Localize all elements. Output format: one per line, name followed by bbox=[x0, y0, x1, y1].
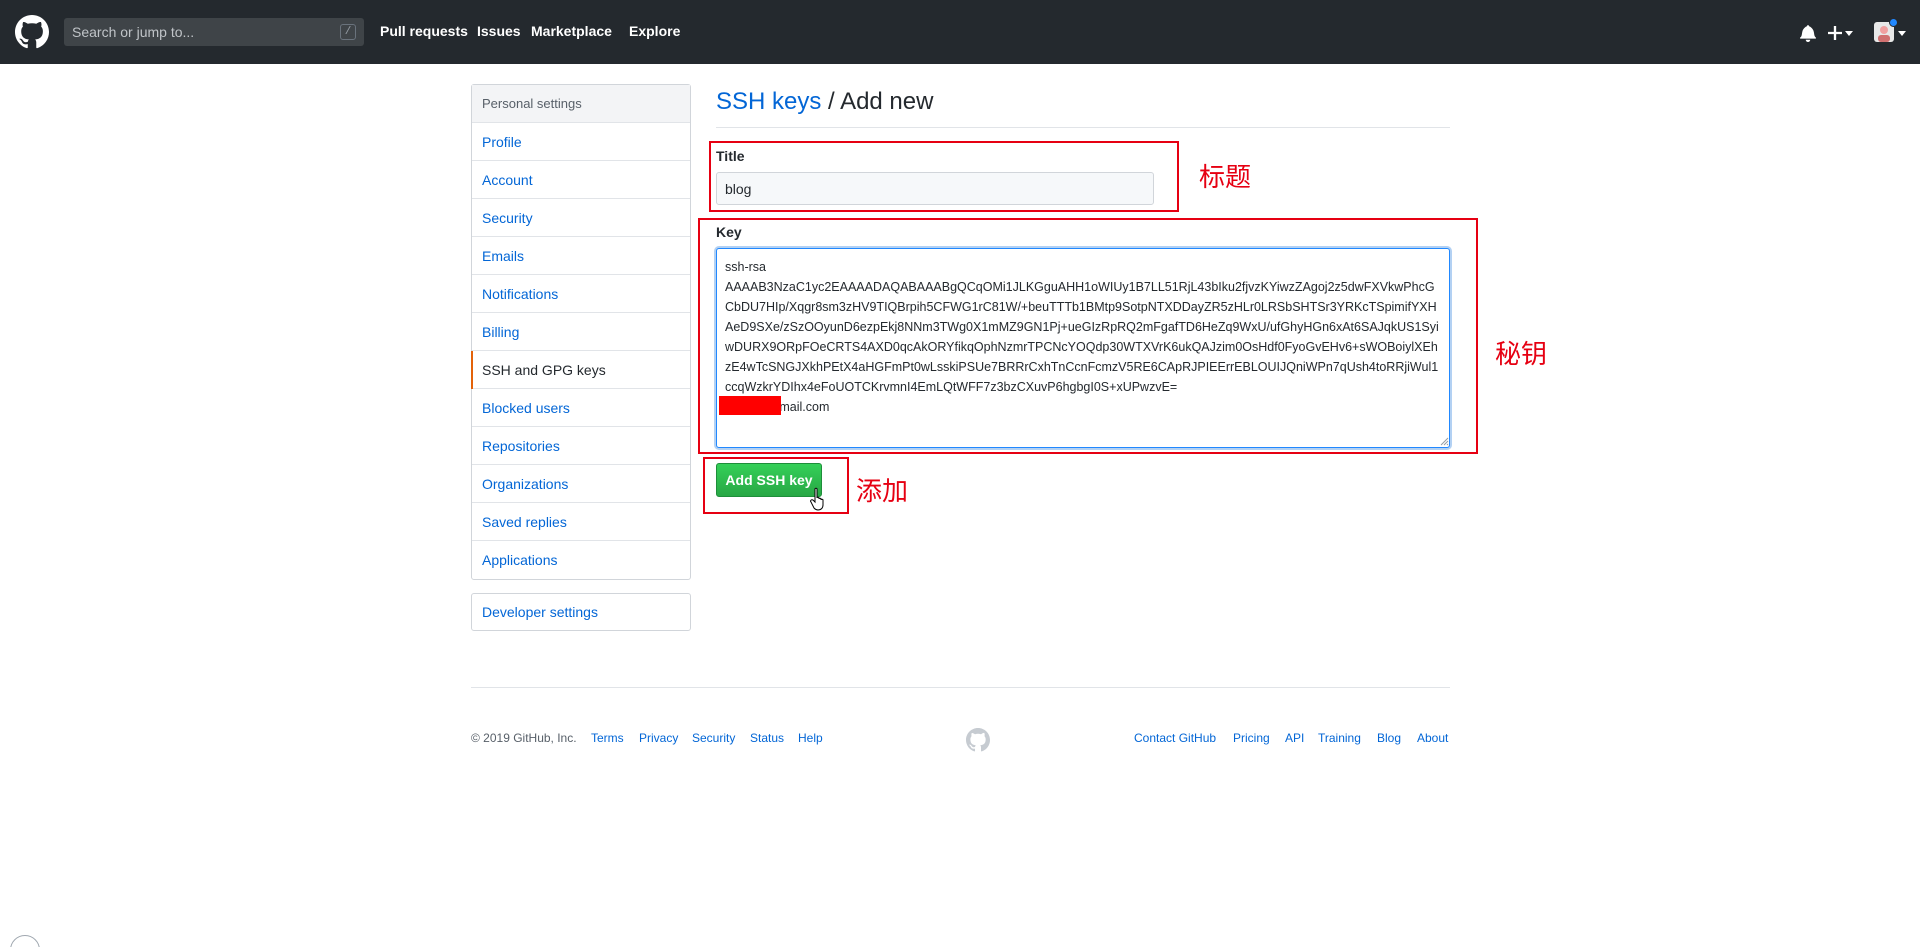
search-box: / bbox=[64, 18, 364, 46]
github-logo-icon[interactable] bbox=[15, 15, 49, 49]
nav-issues[interactable]: Issues bbox=[477, 23, 521, 39]
sidebar-item-account[interactable]: Account bbox=[472, 161, 690, 199]
plus-icon[interactable] bbox=[1828, 26, 1842, 40]
footer-divider bbox=[471, 687, 1450, 688]
footer-link-about[interactable]: About bbox=[1417, 731, 1448, 745]
footer-link-terms[interactable]: Terms bbox=[591, 731, 624, 745]
footer-link-contact[interactable]: Contact GitHub bbox=[1134, 731, 1216, 745]
sidebar-item-applications[interactable]: Applications bbox=[472, 541, 690, 579]
sidebar-item-organizations[interactable]: Organizations bbox=[472, 465, 690, 503]
footer-link-pricing[interactable]: Pricing bbox=[1233, 731, 1270, 745]
title-annotation-label: 标题 bbox=[1199, 162, 1252, 192]
footer-link-status[interactable]: Status bbox=[750, 731, 784, 745]
footer-link-privacy[interactable]: Privacy bbox=[639, 731, 678, 745]
sidebar-item-billing[interactable]: Billing bbox=[472, 313, 690, 351]
breadcrumb-separator: / bbox=[821, 88, 841, 115]
sidebar-item-security[interactable]: Security bbox=[472, 199, 690, 237]
chevron-down-icon[interactable] bbox=[1845, 31, 1853, 36]
sidebar-item-profile[interactable]: Profile bbox=[472, 123, 690, 161]
breadcrumb-current: Add new bbox=[840, 88, 934, 115]
sidebar-item-developer-settings[interactable]: Developer settings bbox=[471, 593, 691, 631]
partial-circle-icon bbox=[10, 935, 40, 947]
add-annotation-label: 添加 bbox=[856, 476, 909, 506]
chevron-down-icon[interactable] bbox=[1898, 31, 1906, 36]
search-input[interactable] bbox=[64, 18, 324, 46]
sidebar-item-blocked-users[interactable]: Blocked users bbox=[472, 389, 690, 427]
nav-pull-requests[interactable]: Pull requests bbox=[380, 23, 468, 39]
slash-shortcut-badge: / bbox=[340, 24, 356, 40]
nav-marketplace[interactable]: Marketplace bbox=[531, 23, 612, 39]
top-header: / Pull requests Issues Marketplace Explo… bbox=[0, 0, 1920, 64]
footer-link-help[interactable]: Help bbox=[798, 731, 823, 745]
bell-icon[interactable] bbox=[1800, 24, 1816, 42]
breadcrumb-ssh-keys-link[interactable]: SSH keys bbox=[716, 88, 821, 115]
footer-copyright: © 2019 GitHub, Inc. bbox=[471, 731, 577, 745]
settings-sidebar: Personal settings Profile Account Securi… bbox=[471, 84, 691, 580]
sidebar-item-ssh-gpg-keys[interactable]: SSH and GPG keys bbox=[471, 351, 690, 389]
footer-link-blog[interactable]: Blog bbox=[1377, 731, 1401, 745]
add-annotation-box bbox=[703, 457, 849, 514]
key-annotation-box bbox=[698, 218, 1478, 454]
title-annotation-box bbox=[709, 141, 1179, 212]
sidebar-item-saved-replies[interactable]: Saved replies bbox=[472, 503, 690, 541]
sidebar-item-notifications[interactable]: Notifications bbox=[472, 275, 690, 313]
footer-link-security[interactable]: Security bbox=[692, 731, 735, 745]
notification-dot-icon bbox=[1889, 18, 1898, 27]
footer-link-training[interactable]: Training bbox=[1318, 731, 1361, 745]
sidebar-item-emails[interactable]: Emails bbox=[472, 237, 690, 275]
sidebar-item-repositories[interactable]: Repositories bbox=[472, 427, 690, 465]
sidebar-heading: Personal settings bbox=[472, 85, 690, 123]
github-mark-icon[interactable] bbox=[966, 728, 990, 752]
title-divider bbox=[716, 127, 1450, 128]
footer-link-api[interactable]: API bbox=[1285, 731, 1304, 745]
page-title: SSH keys / Add new bbox=[716, 88, 933, 116]
nav-explore[interactable]: Explore bbox=[629, 23, 680, 39]
key-annotation-label: 秘钥 bbox=[1495, 339, 1548, 369]
